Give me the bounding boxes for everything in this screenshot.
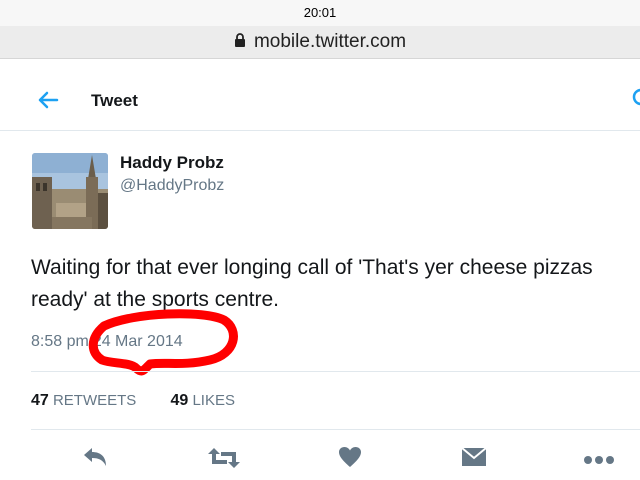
tweet-time: 8:58 pm — [31, 333, 89, 350]
retweets-count: 47 — [31, 392, 49, 409]
status-time: 20:01 — [303, 5, 337, 20]
avatar[interactable] — [32, 153, 108, 229]
divider — [31, 429, 640, 430]
retweets-label: RETWEETS — [52, 392, 137, 409]
status-bar: 20:01 — [0, 0, 640, 26]
tweet-timestamp[interactable]: 8:58 pm 24 Mar 2014 — [31, 333, 183, 351]
lock-icon — [234, 31, 246, 53]
divider — [31, 371, 640, 372]
reply-icon[interactable] — [82, 446, 108, 473]
likes-label: LIKES — [192, 392, 235, 409]
url-bar[interactable]: mobile.twitter.com — [0, 26, 640, 59]
message-icon[interactable] — [461, 446, 487, 473]
back-arrow-icon[interactable] — [37, 90, 59, 115]
like-icon[interactable] — [338, 446, 362, 473]
author-name[interactable]: Haddy Probz — [120, 153, 224, 173]
retweet-icon[interactable] — [207, 446, 241, 475]
tweet-date: 24 Mar 2014 — [92, 333, 183, 350]
retweets-stat[interactable]: 47 RETWEETS — [31, 392, 136, 410]
author-handle[interactable]: @HaddyProbz — [120, 177, 224, 195]
tweet-text: Waiting for that ever longing call of 'T… — [31, 256, 593, 311]
page-title: Tweet — [91, 91, 138, 110]
likes-stat[interactable]: 49 LIKES — [170, 392, 235, 410]
likes-count: 49 — [170, 392, 189, 409]
tweet-actions — [0, 440, 640, 480]
url-text[interactable]: mobile.twitter.com — [254, 31, 406, 53]
more-icon[interactable] — [583, 452, 615, 470]
tweet-header: Tweet — [0, 72, 640, 131]
search-icon[interactable] — [632, 88, 640, 115]
tweet-stats: 47 RETWEETS 49 LIKES — [31, 392, 265, 410]
